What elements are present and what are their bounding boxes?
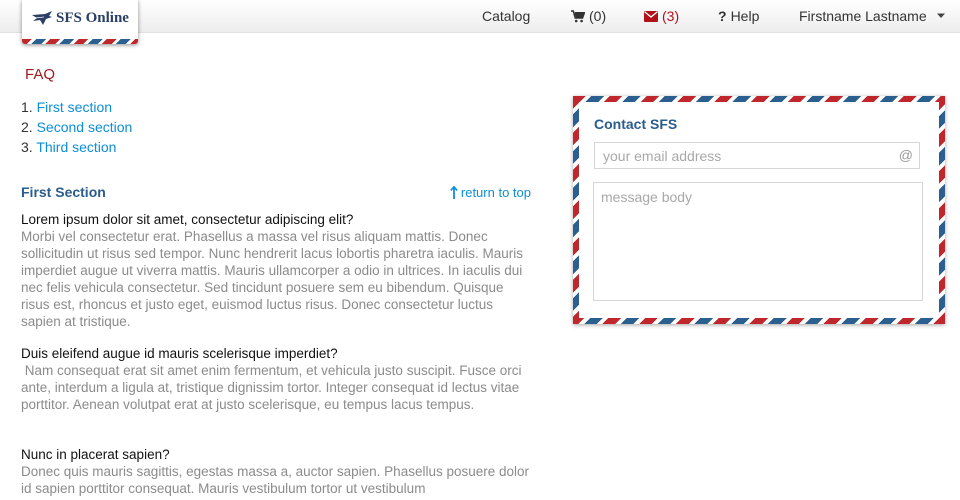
faq-answer: Donec quis mauris sagittis, egestas mass…: [21, 464, 530, 496]
faq-answer: Nam consequat erat sit amet enim ferment…: [21, 363, 526, 412]
email-input[interactable]: [595, 143, 919, 168]
airmail-stripe: [22, 39, 138, 44]
toc-item-number: 3.: [21, 139, 33, 155]
message-textarea[interactable]: [594, 183, 922, 300]
faq-item: Lorem ipsum dolor sit amet, consectetur …: [21, 211, 533, 330]
shopping-cart-icon: [571, 9, 585, 22]
user-menu[interactable]: Firstname Lastname: [799, 8, 948, 24]
section-title: First Section: [21, 184, 106, 200]
caret-down-icon: [936, 13, 945, 18]
nav-help-link[interactable]: ? Help: [718, 8, 759, 24]
user-name: Firstname Lastname: [799, 8, 927, 24]
toc-item-number: 1.: [21, 99, 33, 115]
toc-link-second-section[interactable]: Second section: [37, 119, 133, 135]
nav-catalog-label: Catalog: [482, 8, 531, 24]
nav-messages-link[interactable]: (3): [644, 8, 679, 24]
messages-count: (3): [662, 8, 680, 24]
at-sign-icon: @: [898, 147, 913, 163]
cart-count: (0): [589, 8, 607, 24]
return-to-top-label: return to top: [460, 185, 531, 200]
contact-title: Contact SFS: [594, 116, 678, 132]
eagle-logo-icon: [32, 11, 52, 25]
faq-question: Nunc in placerat sapien?: [21, 447, 170, 462]
page-title: FAQ: [25, 66, 56, 83]
faq-item: Nunc in placerat sapien? Donec quis maur…: [21, 446, 533, 497]
nav-help-label: Help: [730, 8, 760, 24]
email-field: @: [594, 142, 920, 169]
faq-question: Duis eleifend augue id mauris scelerisqu…: [21, 346, 338, 361]
app-logo[interactable]: SFS Online: [22, 0, 138, 44]
question-mark-icon: ?: [718, 8, 727, 24]
contact-panel: Contact SFS @: [573, 96, 945, 324]
logo-text: SFS Online: [56, 10, 129, 26]
toc-link-first-section[interactable]: First section: [37, 99, 112, 115]
faq-answer: Morbi vel consectetur erat. Phasellus a …: [21, 229, 523, 329]
toc-item: 1. First section: [21, 97, 132, 117]
faq-table-of-contents: 1. First section 2. Second section 3. Th…: [21, 97, 132, 157]
toc-link-third-section[interactable]: Third section: [36, 139, 116, 155]
envelope-icon: [644, 10, 658, 22]
contact-form: Contact SFS @: [579, 102, 939, 318]
faq-question: Lorem ipsum dolor sit amet, consectetur …: [21, 212, 354, 227]
nav-cart-link[interactable]: (0): [571, 8, 606, 24]
top-navigation-bar: Catalog (0) (3) ? Help Firstname Lastnam…: [0, 0, 960, 33]
section-header: First Section return to top: [21, 184, 531, 202]
faq-item: Duis eleifend augue id mauris scelerisqu…: [21, 345, 533, 413]
toc-item-number: 2.: [21, 119, 33, 135]
message-field: [593, 182, 923, 301]
nav-catalog-link[interactable]: Catalog: [482, 8, 530, 24]
toc-item: 3. Third section: [21, 137, 132, 157]
return-to-top-link[interactable]: return to top: [450, 185, 531, 200]
arrow-up-icon: [450, 186, 458, 199]
toc-item: 2. Second section: [21, 117, 132, 137]
